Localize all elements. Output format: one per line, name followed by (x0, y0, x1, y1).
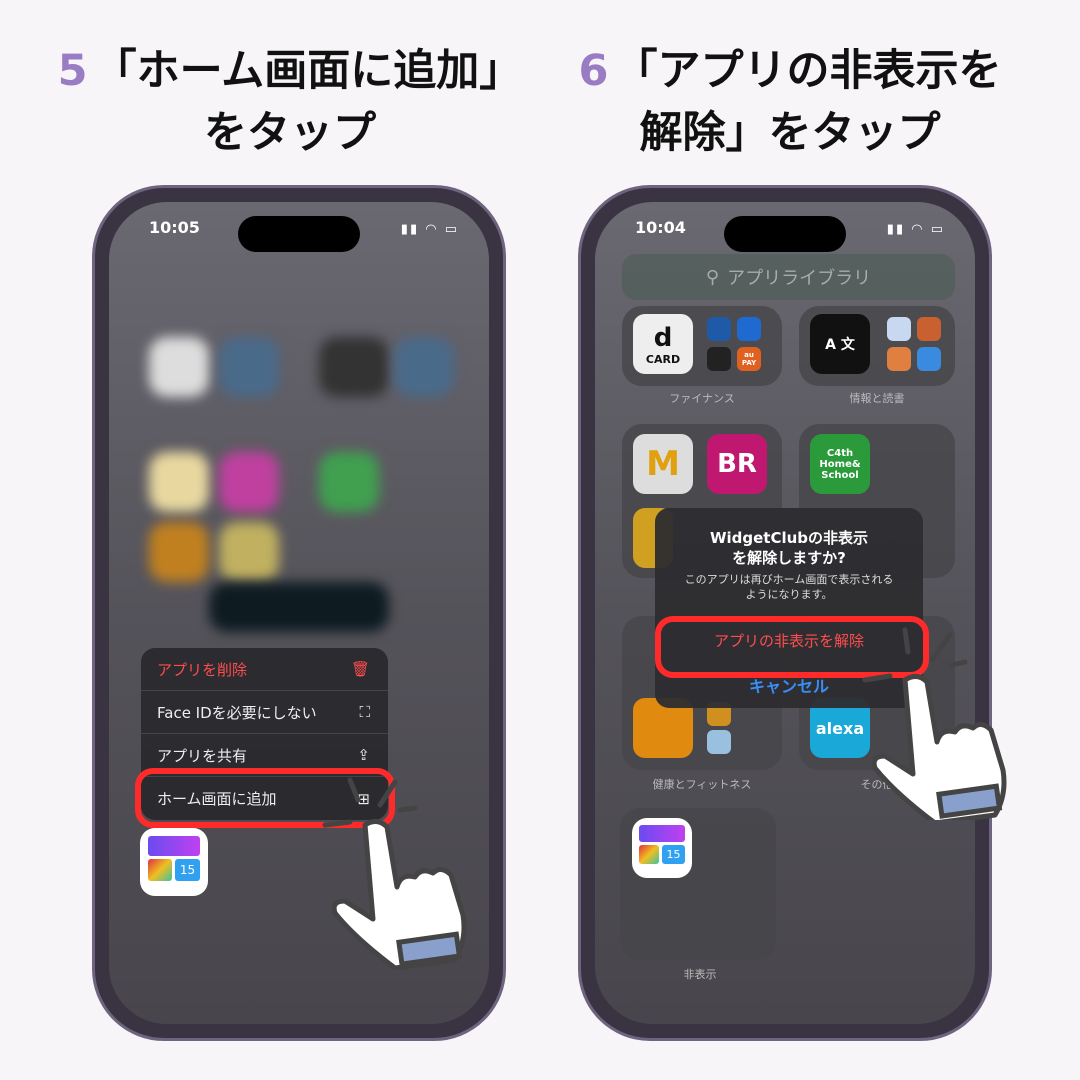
wallet-icon[interactable] (707, 347, 731, 371)
dialog-message-line: ようになります。 (745, 588, 833, 601)
app-badge: 15 (175, 859, 200, 881)
step-number: 6 (578, 46, 609, 96)
menu-label: アプリを共有 (157, 746, 248, 765)
folder-label: 非表示 (683, 968, 717, 981)
c4th-icon[interactable]: C4th Home& School (810, 434, 870, 494)
menu-item-delete-app[interactable]: アプリを削除 🗑 (141, 648, 388, 691)
widgetclub-app-icon[interactable]: 15 (140, 828, 208, 896)
trash-icon: 🗑 (350, 660, 370, 678)
folder-label: 健康とフィットネス (652, 778, 752, 791)
menu-label: Face IDを必要にしない (157, 703, 317, 722)
app-icon[interactable] (707, 317, 731, 341)
title-line: 「ホーム画面に追加」 (93, 46, 523, 96)
app-library-search[interactable]: ⚲ アプリライブラリ (622, 254, 955, 300)
dynamic-island (238, 216, 360, 252)
app-icon[interactable] (917, 317, 941, 341)
widgetclub-app-icon[interactable]: 15 (632, 818, 692, 878)
status-time: 10:05 (149, 218, 200, 237)
folder-label: 情報と読書 (849, 392, 905, 405)
icon-text: CARD (645, 352, 681, 366)
status-icons: ▮▮ ◠ ▭ (886, 222, 945, 237)
face-id-icon: ⛶ (359, 703, 370, 721)
dialog-message: このアプリは再びホーム画面で表示される ようになります。 (655, 572, 923, 602)
dynamic-island (724, 216, 846, 252)
title-line: 解除」をタップ (639, 108, 941, 158)
step-6-title: 6 「アプリの非表示を 解除」をタップ (545, 40, 1035, 164)
dialog-message-line: このアプリは再びホーム画面で表示される (684, 573, 894, 586)
app-icon[interactable] (887, 317, 911, 341)
right-phone: 10:04 ▮▮ ◠ ▭ ⚲ アプリライブラリ d CARD au PAY ファイナ… (578, 185, 992, 1041)
step-number: 5 (57, 46, 88, 96)
folder-label: ファイナンス (669, 392, 735, 405)
menu-item-face-id[interactable]: Face IDを必要にしない ⛶ (141, 691, 388, 734)
dialog-title-line: WidgetClubの非表示 (709, 529, 869, 547)
step-5-title: 5 「ホーム画面に追加」 をタップ (40, 40, 540, 164)
app-badge: 15 (662, 845, 685, 864)
share-icon: ⇪ (357, 746, 370, 764)
icon-text: d (653, 322, 673, 353)
menu-label: アプリを削除 (157, 660, 248, 679)
dialog-title: WidgetClubの非表示 を解除しますか? (655, 528, 923, 568)
title-line: をタップ (204, 108, 376, 158)
aupay-icon[interactable]: au PAY (737, 347, 761, 371)
app-icon[interactable] (887, 347, 911, 371)
tap-hand-icon (322, 777, 467, 970)
dialog-title-line: を解除しますか? (732, 549, 846, 567)
status-time: 10:04 (635, 218, 686, 237)
app-library-screen: 10:04 ▮▮ ◠ ▭ ⚲ アプリライブラリ d CARD au PAY ファイナ… (595, 202, 975, 1024)
app-icon[interactable] (737, 317, 761, 341)
weather-icon[interactable] (917, 347, 941, 371)
title-line: 「アプリの非表示を (614, 46, 1002, 96)
mcdonalds-icon[interactable]: M (633, 434, 693, 494)
dcard-icon[interactable]: d CARD (633, 314, 693, 374)
app-icon[interactable] (707, 730, 731, 754)
search-placeholder: アプリライブラリ (727, 268, 872, 289)
search-icon: ⚲ (705, 266, 720, 288)
status-icons: ▮▮ ◠ ▭ (400, 222, 459, 237)
tap-hand-icon (862, 627, 1007, 820)
translate-icon[interactable]: A 文 (810, 314, 870, 374)
baskin-robbins-icon[interactable]: BR (707, 434, 767, 494)
